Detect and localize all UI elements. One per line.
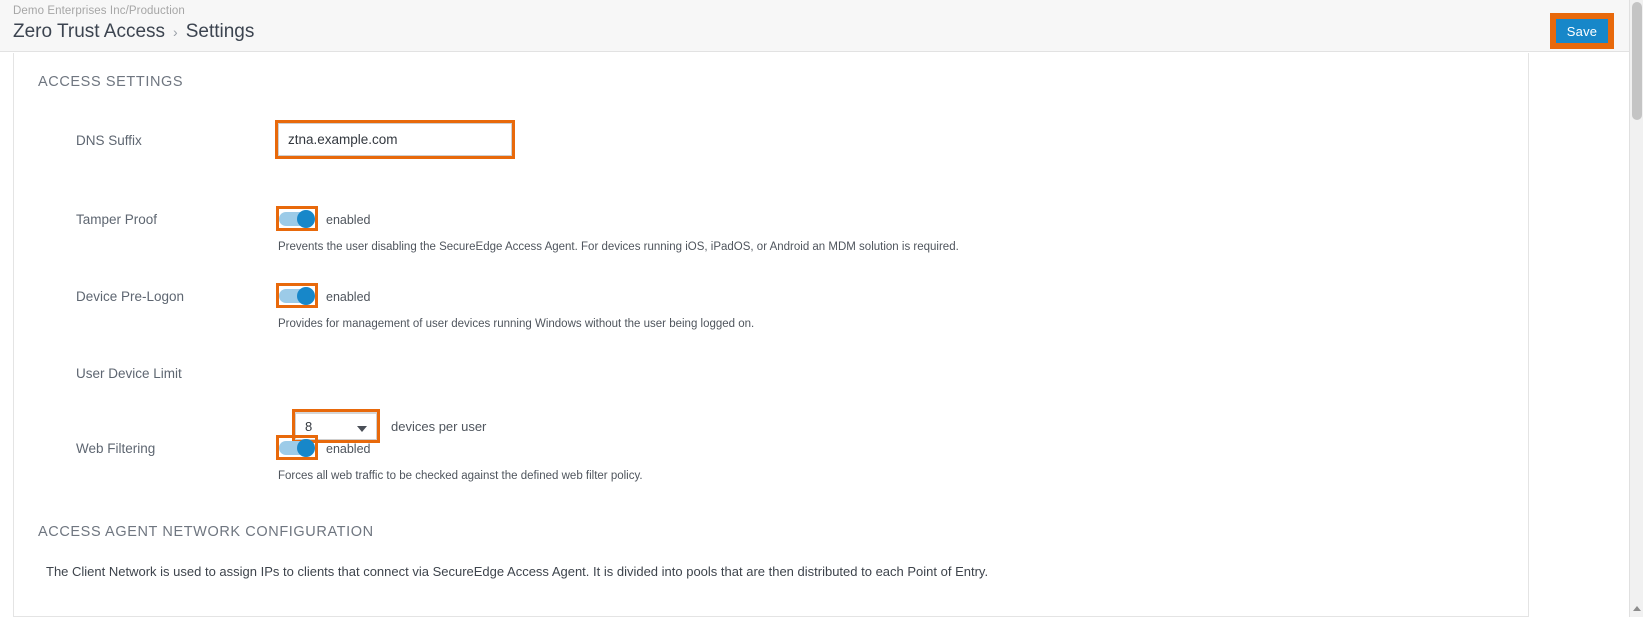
save-button-annotation: Save: [1550, 13, 1614, 49]
web-filtering-label: Web Filtering: [76, 441, 156, 456]
device-pre-logon-state: enabled: [326, 290, 371, 304]
toggle-knob: [297, 287, 315, 305]
user-device-limit-select[interactable]: 8: [295, 412, 377, 440]
section-heading-access-settings: ACCESS SETTINGS: [38, 74, 184, 90]
user-device-limit-label: User Device Limit: [76, 366, 182, 381]
save-button[interactable]: Save: [1556, 19, 1608, 43]
scrollbar-thumb[interactable]: [1632, 2, 1642, 120]
zero-trust-access-settings-page: Demo Enterprises Inc/Production Zero Tru…: [0, 0, 1643, 617]
tamper-proof-toggle[interactable]: [279, 210, 315, 228]
scroll-up-arrow-icon[interactable]: [1633, 606, 1641, 611]
vertical-scrollbar[interactable]: [1629, 0, 1643, 617]
toggle-knob: [297, 439, 315, 457]
web-filtering-description: Forces all web traffic to be checked aga…: [278, 470, 643, 482]
tamper-proof-description: Prevents the user disabling the SecureEd…: [278, 241, 959, 253]
chevron-down-icon: [357, 426, 367, 432]
breadcrumb-path: Zero Trust Access › Settings: [13, 20, 254, 44]
breadcrumb-organization: Demo Enterprises Inc/Production: [13, 5, 185, 17]
chevron-right-icon: ›: [173, 24, 178, 40]
device-pre-logon-description: Provides for management of user devices …: [278, 318, 755, 330]
tamper-proof-label: Tamper Proof: [76, 212, 158, 227]
page-title: Settings: [185, 21, 255, 42]
breadcrumb-root-link[interactable]: Zero Trust Access: [13, 20, 165, 44]
section-heading-network-configuration: ACCESS AGENT NETWORK CONFIGURATION: [38, 524, 374, 540]
web-filtering-state: enabled: [326, 442, 371, 456]
breadcrumb: Demo Enterprises Inc/Production Zero Tru…: [13, 4, 254, 44]
settings-content-panel: ACCESS SETTINGS DNS Suffix Tamper Proof …: [13, 53, 1529, 617]
user-device-limit-value: 8: [305, 419, 313, 434]
web-filtering-toggle[interactable]: [279, 439, 315, 457]
tamper-proof-state: enabled: [326, 213, 371, 227]
toggle-knob: [297, 210, 315, 228]
dns-suffix-label: DNS Suffix: [76, 133, 142, 148]
network-configuration-paragraph: The Client Network is used to assign IPs…: [46, 564, 989, 579]
user-device-limit-suffix: devices per user: [391, 419, 487, 434]
page-header: Demo Enterprises Inc/Production Zero Tru…: [0, 0, 1643, 52]
device-pre-logon-label: Device Pre-Logon: [76, 289, 185, 304]
device-pre-logon-toggle[interactable]: [279, 287, 315, 305]
dns-suffix-input[interactable]: [278, 123, 512, 156]
